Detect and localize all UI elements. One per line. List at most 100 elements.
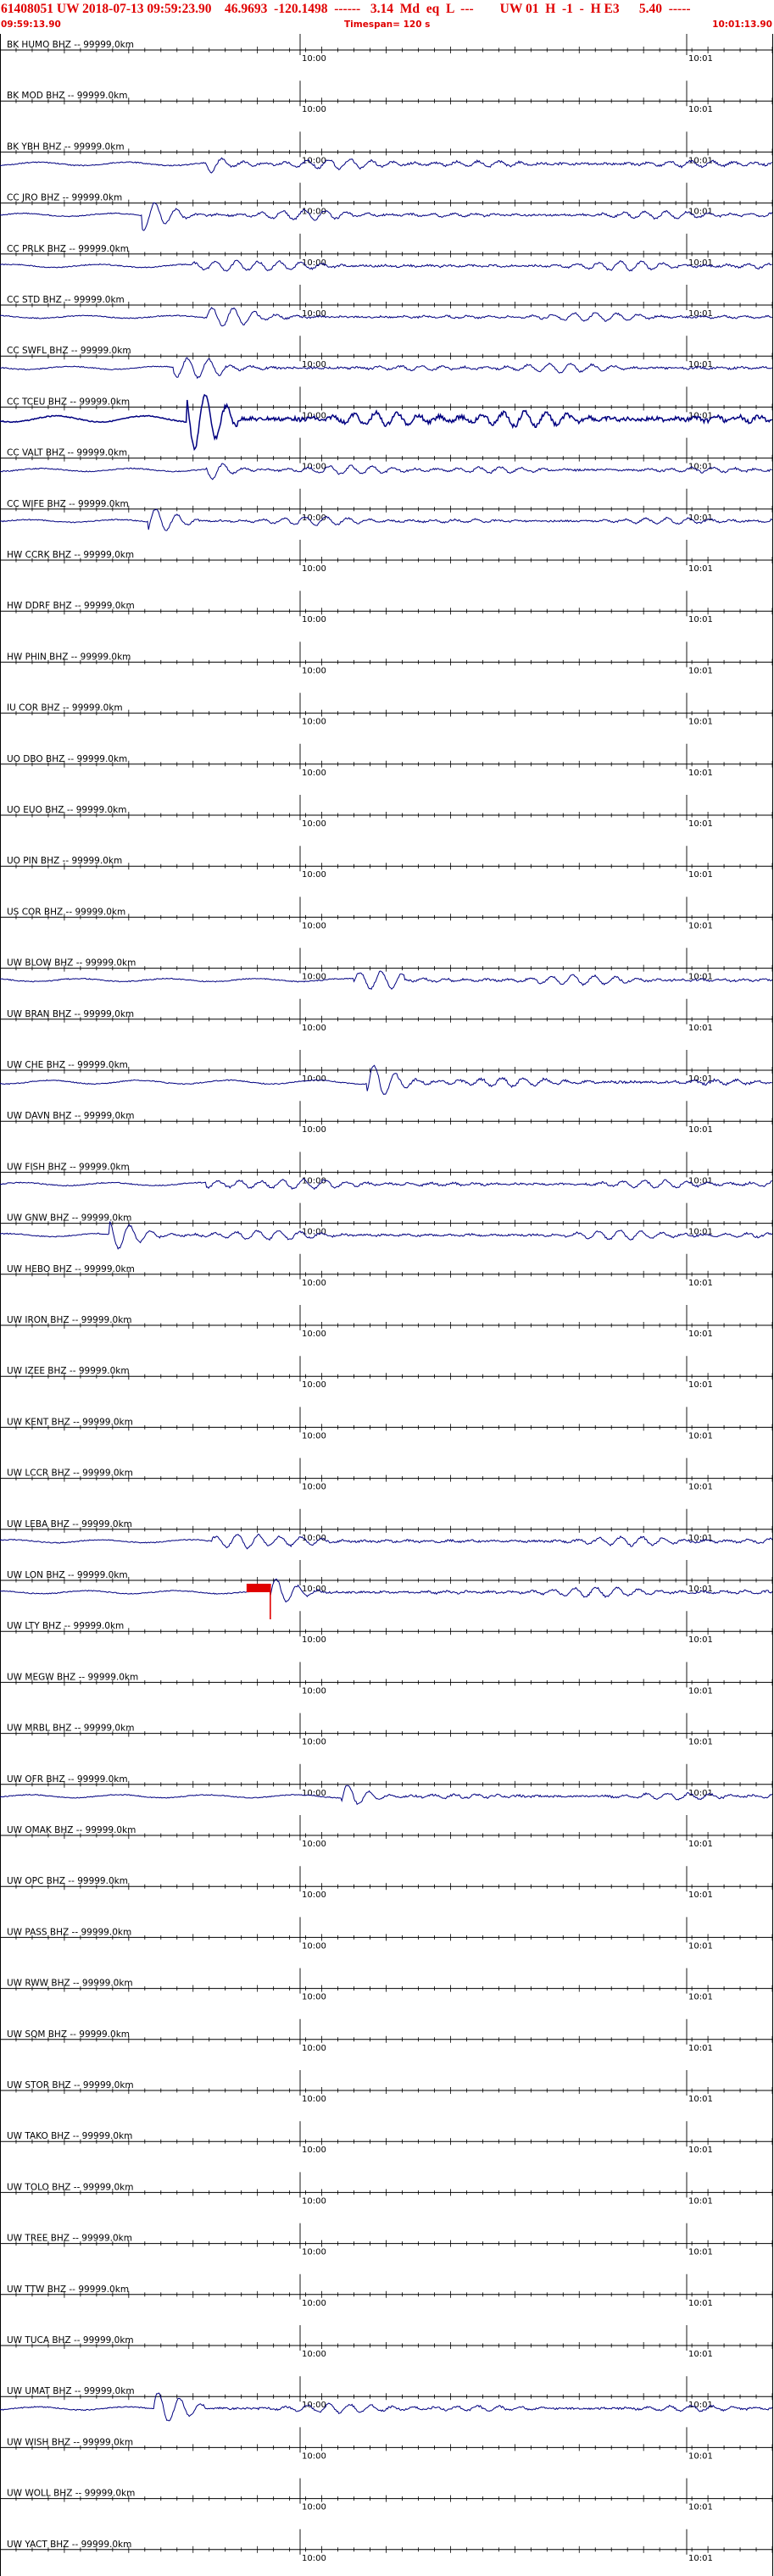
time-tick-label: 10:00 bbox=[302, 1074, 326, 1084]
trace-row: 10:00 10:01 UW LON BHZ -- 99999.0km bbox=[0, 1560, 773, 1619]
time-tick-label: 10:01 bbox=[688, 564, 713, 574]
time-tick-label: 10:00 bbox=[302, 1483, 326, 1492]
station-label: IU COR BHZ -- 99999.0km bbox=[7, 703, 123, 713]
time-tick-label: 10:00 bbox=[302, 1738, 326, 1747]
waveform bbox=[0, 1533, 773, 1550]
station-label: UW HEBO BHZ -- 99999.0km bbox=[7, 1264, 135, 1274]
station-label: BK YBH BHZ -- 99999.0km bbox=[7, 142, 125, 152]
trace-row: 10:00 10:01 UW SQM BHZ -- 99999.0km bbox=[0, 2018, 773, 2053]
station-label: BK MOD BHZ -- 99999.0km bbox=[7, 91, 127, 101]
station-label: UW TTW BHZ -- 99999.0km bbox=[7, 2285, 129, 2295]
time-tick-label: 10:00 bbox=[302, 1686, 326, 1696]
time-tick-label: 10:01 bbox=[688, 1890, 713, 1900]
time-tick-label: 10:00 bbox=[302, 2095, 326, 2104]
waveform bbox=[0, 1785, 773, 1806]
station-label: HW DDRF BHZ -- 99999.0km bbox=[7, 601, 135, 611]
station-label: CC TCEU BHZ -- 99999.0km bbox=[7, 397, 130, 407]
event-header: 61408051 UW 2018-07-13 09:59:23.90 46.96… bbox=[0, 0, 774, 34]
time-tick-label: 10:00 bbox=[302, 1993, 326, 2002]
waveform bbox=[0, 357, 773, 380]
time-tick-label: 10:00 bbox=[302, 1024, 326, 1033]
time-tick-label: 10:01 bbox=[688, 769, 713, 778]
trace-row: 10:00 10:01 HW PHIN BHZ -- 99999.0km bbox=[0, 641, 773, 675]
time-tick-label: 10:01 bbox=[688, 514, 713, 523]
station-label: UW IZEE BHZ -- 99999.0km bbox=[7, 1366, 130, 1376]
station-label: BK HUMO BHZ -- 99999.0km bbox=[7, 40, 134, 50]
waveform bbox=[0, 157, 772, 174]
station-label: UO PIN BHZ -- 99999.0km bbox=[7, 856, 122, 866]
trace-row: 10:00 10:01CC PRLK BHZ -- 99999.0km bbox=[0, 233, 773, 272]
trace-row: 10:00 10:01 UW DAVN BHZ -- 99999.0km bbox=[0, 1101, 773, 1135]
trace-row: 10:00 10:01 UW YACT BHZ -- 99999.0km bbox=[0, 2529, 773, 2563]
time-tick-label: 10:00 bbox=[302, 564, 326, 574]
trace-row: 10:00 10:01 UW TREE BHZ -- 99999.0km bbox=[0, 2223, 773, 2257]
station-label: UW TUCA BHZ -- 99999.0km bbox=[7, 2335, 134, 2346]
time-tick-label: 10:01 bbox=[688, 2044, 713, 2053]
station-label: UW OMAK BHZ -- 99999.0km bbox=[7, 1825, 136, 1835]
trace-row: 10:00 10:01 UW WOLL BHZ -- 99999.0km bbox=[0, 2478, 773, 2512]
time-tick-label: 10:00 bbox=[302, 2146, 326, 2155]
time-tick-label: 10:01 bbox=[688, 105, 713, 114]
station-label: UW TREE BHZ -- 99999.0km bbox=[7, 2234, 132, 2244]
trace-row: 10:00 10:01CC TCEU BHZ -- 99999.0km bbox=[0, 386, 773, 452]
trace-row: 10:00 10:01 UW RWW BHZ -- 99999.0km bbox=[0, 1968, 773, 2002]
trace-row: 10:00 10:01 HW CCRK BHZ -- 99999.0km bbox=[0, 540, 773, 574]
trace-row: 10:00 10:01 UO PIN BHZ -- 99999.0km bbox=[0, 846, 773, 880]
trace-row: 10:00 10:01 IU COR BHZ -- 99999.0km bbox=[0, 692, 773, 727]
time-tick-label: 10:00 bbox=[302, 1534, 326, 1543]
time-tick-label: 10:01 bbox=[688, 2451, 713, 2461]
trace-row: 10:00 10:01 UW HEBO BHZ -- 99999.0km bbox=[0, 1253, 773, 1288]
time-tick-label: 10:01 bbox=[688, 819, 713, 829]
station-label: UW UMAT BHZ -- 99999.0km bbox=[7, 2386, 135, 2396]
time-tick-label: 10:00 bbox=[302, 2554, 326, 2563]
time-tick-label: 10:00 bbox=[302, 2350, 326, 2359]
time-tick-label: 10:01 bbox=[688, 1941, 713, 1951]
station-label: UW MEGW BHZ -- 99999.0km bbox=[7, 1672, 138, 1682]
time-tick-label: 10:01 bbox=[688, 718, 713, 727]
trace-row: 10:00 10:01UW LEBA BHZ -- 99999.0km bbox=[0, 1508, 773, 1550]
station-label: UW CHE BHZ -- 99999.0km bbox=[7, 1060, 128, 1070]
trace-row: 10:00 10:01UW UMAT BHZ -- 99999.0km bbox=[0, 2376, 773, 2422]
waveform bbox=[0, 463, 772, 480]
trace-row: 10:00 10:01 HW DDRF BHZ -- 99999.0km bbox=[0, 591, 773, 625]
time-tick-label: 10:01 bbox=[688, 2095, 713, 2104]
time-tick-label: 10:01 bbox=[688, 1330, 713, 1339]
station-label: CC JRO BHZ -- 99999.0km bbox=[7, 193, 122, 203]
time-tick-label: 10:00 bbox=[302, 208, 326, 217]
time-tick-label: 10:00 bbox=[302, 2196, 326, 2206]
trace-row: 10:00 10:01 UO EUO BHZ -- 99999.0km bbox=[0, 795, 773, 829]
time-tick-label: 10:00 bbox=[302, 1330, 326, 1339]
station-label: UW MRBL BHZ -- 99999.0km bbox=[7, 1724, 134, 1734]
station-label: CC PRLK BHZ -- 99999.0km bbox=[7, 244, 129, 254]
station-label: CC WIFE BHZ -- 99999.0km bbox=[7, 499, 129, 509]
trace-row: 10:00 10:01 CC JRO BHZ -- 99999.0km bbox=[0, 182, 773, 231]
trace-row: 10:00 10:01 UW MEGW BHZ -- 99999.0km bbox=[0, 1662, 773, 1696]
time-tick-label: 10:01 bbox=[688, 1993, 713, 2002]
time-tick-label: 10:00 bbox=[302, 615, 326, 625]
time-tick-label: 10:00 bbox=[302, 105, 326, 114]
station-label: UW GNW BHZ -- 99999.0km bbox=[7, 1213, 131, 1224]
trace-row: 10:00 10:01UW OFR BHZ -- 99999.0km bbox=[0, 1763, 773, 1806]
trace-row: 10:00 10:01 UW BRAN BHZ -- 99999.0km bbox=[0, 998, 773, 1033]
end-time-label: 10:01:13.90 bbox=[712, 19, 772, 30]
waveform bbox=[0, 259, 772, 272]
trace-row: 10:00 10:01UW GNW BHZ -- 99999.0km bbox=[0, 1202, 773, 1250]
waveform bbox=[0, 307, 773, 327]
time-tick-label: 10:01 bbox=[688, 2350, 713, 2359]
trace-row: 10:00 10:01 UW TOLO BHZ -- 99999.0km bbox=[0, 2172, 773, 2206]
trace-row: 10:00 10:01 UW OMAK BHZ -- 99999.0km bbox=[0, 1815, 773, 1849]
time-tick-label: 10:01 bbox=[688, 1840, 713, 1849]
trace-row: 10:00 10:01UW FISH BHZ -- 99999.0km bbox=[0, 1152, 773, 1191]
time-tick-label: 10:01 bbox=[688, 1125, 713, 1135]
time-tick-label: 10:01 bbox=[688, 2401, 713, 2410]
time-tick-label: 10:00 bbox=[302, 2044, 326, 2053]
trace-row: 10:00 10:01 BK HUMO BHZ -- 99999.0km bbox=[0, 34, 773, 64]
station-label: HW PHIN BHZ -- 99999.0km bbox=[7, 652, 131, 662]
trace-row: 10:00 10:01 UW IZEE BHZ -- 99999.0km bbox=[0, 1356, 773, 1390]
time-tick-label: 10:00 bbox=[302, 1585, 326, 1594]
station-label: UW LON BHZ -- 99999.0km bbox=[7, 1570, 128, 1580]
station-label: UO EUO BHZ -- 99999.0km bbox=[7, 805, 126, 815]
time-tick-label: 10:00 bbox=[302, 514, 326, 523]
station-label: UW WISH BHZ -- 99999.0km bbox=[7, 2437, 133, 2447]
station-label: UW LEBA BHZ -- 99999.0km bbox=[7, 1519, 132, 1530]
